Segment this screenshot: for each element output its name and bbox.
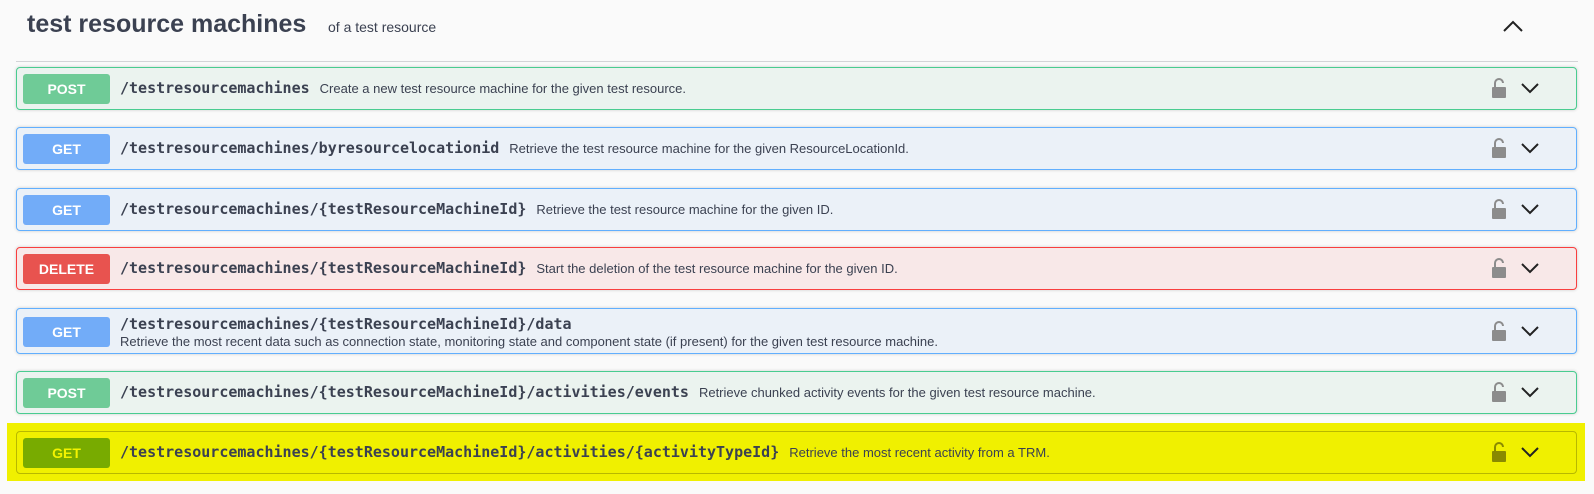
opblock-delete-testresourcemachineid[interactable]: DELETE /testresourcemachines/{testResour… <box>16 247 1577 290</box>
opblock-get-activitytypeid[interactable]: GET /testresourcemachines/{testResourceM… <box>16 431 1577 474</box>
opblock-get-testresourcemachineid[interactable]: GET /testresourcemachines/{testResourceM… <box>16 188 1577 231</box>
chevron-down-icon[interactable] <box>1520 140 1540 156</box>
method-badge: GET <box>23 134 110 164</box>
lock-open-icon[interactable] <box>1491 321 1507 341</box>
operation-path[interactable]: /testresourcemachines/{testResourceMachi… <box>120 259 898 277</box>
chevron-down-icon[interactable] <box>1520 201 1540 217</box>
method-badge: GET <box>23 195 110 225</box>
lock-open-icon[interactable] <box>1491 382 1507 402</box>
tag-description: of a test resource <box>328 19 437 35</box>
opblock-post-activities-events[interactable]: POST /testresourcemachines/{testResource… <box>16 371 1577 414</box>
operation-path-text: /testresourcemachines/{testResourceMachi… <box>120 383 689 401</box>
operation-path[interactable]: /testresourcemachines/{testResourceMachi… <box>120 200 833 218</box>
chevron-down-icon[interactable] <box>1520 80 1540 96</box>
operation-path-text: /testresourcemachines/{testResourceMachi… <box>120 443 780 461</box>
operation-summary: Retrieve the most recent data such as co… <box>120 334 938 349</box>
operation-path[interactable]: /testresourcemachines Create a new test r… <box>120 79 686 97</box>
method-badge: POST <box>23 378 110 408</box>
method-badge: GET <box>23 438 110 468</box>
lock-open-icon[interactable] <box>1491 138 1507 158</box>
lock-open-icon[interactable] <box>1491 258 1507 278</box>
tag-title[interactable]: test resource machines <box>27 10 306 39</box>
operation-summary: Start the deletion of the test resource … <box>536 261 898 276</box>
opblock-post-testresourcemachines[interactable]: POST /testresourcemachines Create a new t… <box>16 67 1577 110</box>
operation-summary: Retrieve the most recent activity from a… <box>789 445 1050 460</box>
method-badge: DELETE <box>23 254 110 284</box>
lock-open-icon[interactable] <box>1491 78 1507 98</box>
operation-summary: Retrieve the test resource machine for t… <box>509 141 909 156</box>
operation-path[interactable]: /testresourcemachines/{testResourceMachi… <box>120 315 572 333</box>
operation-path-text: /testresourcemachines/byresourcelocation… <box>120 139 500 157</box>
chevron-down-icon[interactable] <box>1520 260 1540 276</box>
chevron-down-icon[interactable] <box>1520 323 1540 339</box>
operation-path[interactable]: /testresourcemachines/byresourcelocation… <box>120 139 909 157</box>
tag-header[interactable]: test resource machines of a test resourc… <box>16 0 1578 62</box>
opblock-get-data[interactable]: GET /testresourcemachines/{testResourceM… <box>16 308 1577 354</box>
chevron-down-icon[interactable] <box>1520 384 1540 400</box>
method-badge: GET <box>23 317 110 347</box>
operation-path-text: /testresourcemachines/{testResourceMachi… <box>120 259 527 277</box>
operation-summary: Retrieve the test resource machine for t… <box>536 202 834 217</box>
operation-path-text: /testresourcemachines/{testResourceMachi… <box>120 200 527 218</box>
chevron-down-icon[interactable] <box>1520 444 1540 460</box>
chevron-up-icon[interactable] <box>1500 14 1526 40</box>
operation-path[interactable]: /testresourcemachines/{testResourceMachi… <box>120 443 1050 461</box>
opblock-get-byresourcelocationid[interactable]: GET /testresourcemachines/byresourceloca… <box>16 127 1577 170</box>
lock-open-icon[interactable] <box>1491 199 1507 219</box>
operation-path-text: /testresourcemachines <box>120 79 310 97</box>
operation-summary: Create a new test resource machine for t… <box>319 81 687 96</box>
operation-path[interactable]: /testresourcemachines/{testResourceMachi… <box>120 383 1096 401</box>
method-badge: POST <box>23 74 110 104</box>
lock-open-icon[interactable] <box>1491 442 1507 462</box>
operation-summary: Retrieve chunked activity events for the… <box>698 385 1096 400</box>
